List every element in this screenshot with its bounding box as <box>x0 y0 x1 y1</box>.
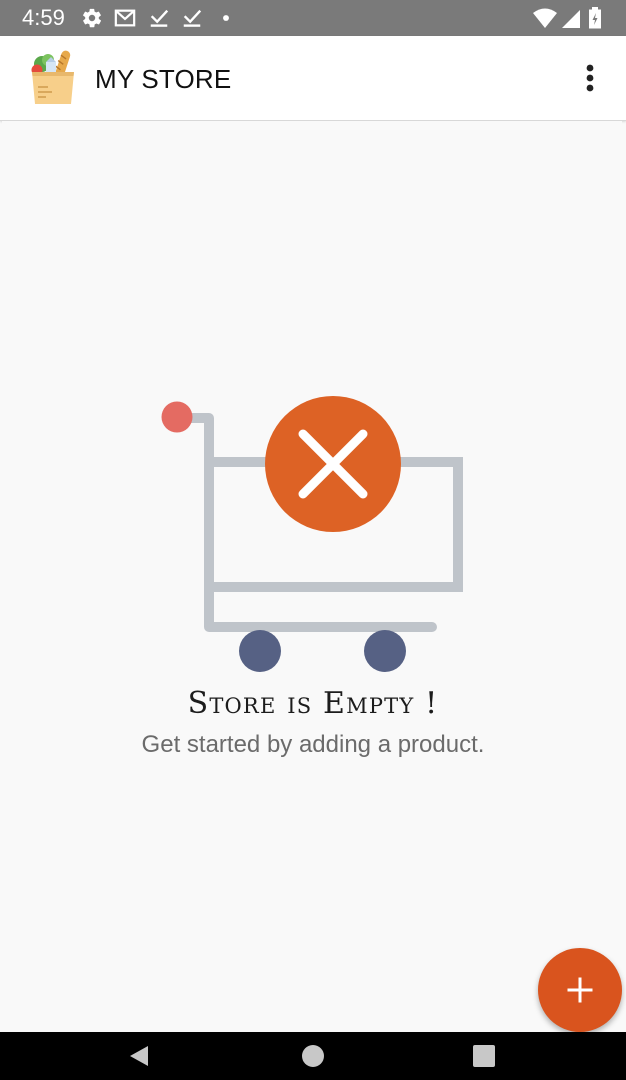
add-product-button[interactable] <box>538 948 622 1032</box>
back-icon <box>130 1046 148 1066</box>
nav-back-button[interactable] <box>109 1032 169 1080</box>
battery-icon <box>589 7 601 29</box>
grocery-bag-icon <box>31 50 74 104</box>
gmail-icon <box>114 9 136 27</box>
status-time: 4:59 <box>22 5 65 30</box>
app-bar: MY STORE <box>0 36 626 121</box>
cell-signal-icon <box>562 10 580 28</box>
empty-cart-icon <box>161 396 463 672</box>
status-bar: 4:59 <box>0 0 626 36</box>
settings-icon <box>83 8 102 28</box>
recents-icon <box>473 1045 495 1067</box>
app-screen: 4:59 MY STORE Store is Empty ! Get start… <box>0 0 626 1080</box>
empty-state-subtitle: Get started by adding a product. <box>141 731 485 758</box>
more-vert-icon[interactable] <box>574 60 606 96</box>
check-download-icon <box>150 9 169 27</box>
dot-icon <box>223 15 229 21</box>
home-icon <box>302 1045 324 1067</box>
nav-home-button[interactable] <box>283 1032 343 1080</box>
wifi-icon <box>533 8 557 28</box>
system-nav-bar <box>0 1032 626 1080</box>
app-title: MY STORE <box>95 64 232 94</box>
nav-recents-button[interactable] <box>454 1032 514 1080</box>
plus-icon <box>567 977 593 1003</box>
empty-state-title: Store is Empty ! <box>187 686 439 721</box>
check-download-icon <box>183 9 202 27</box>
